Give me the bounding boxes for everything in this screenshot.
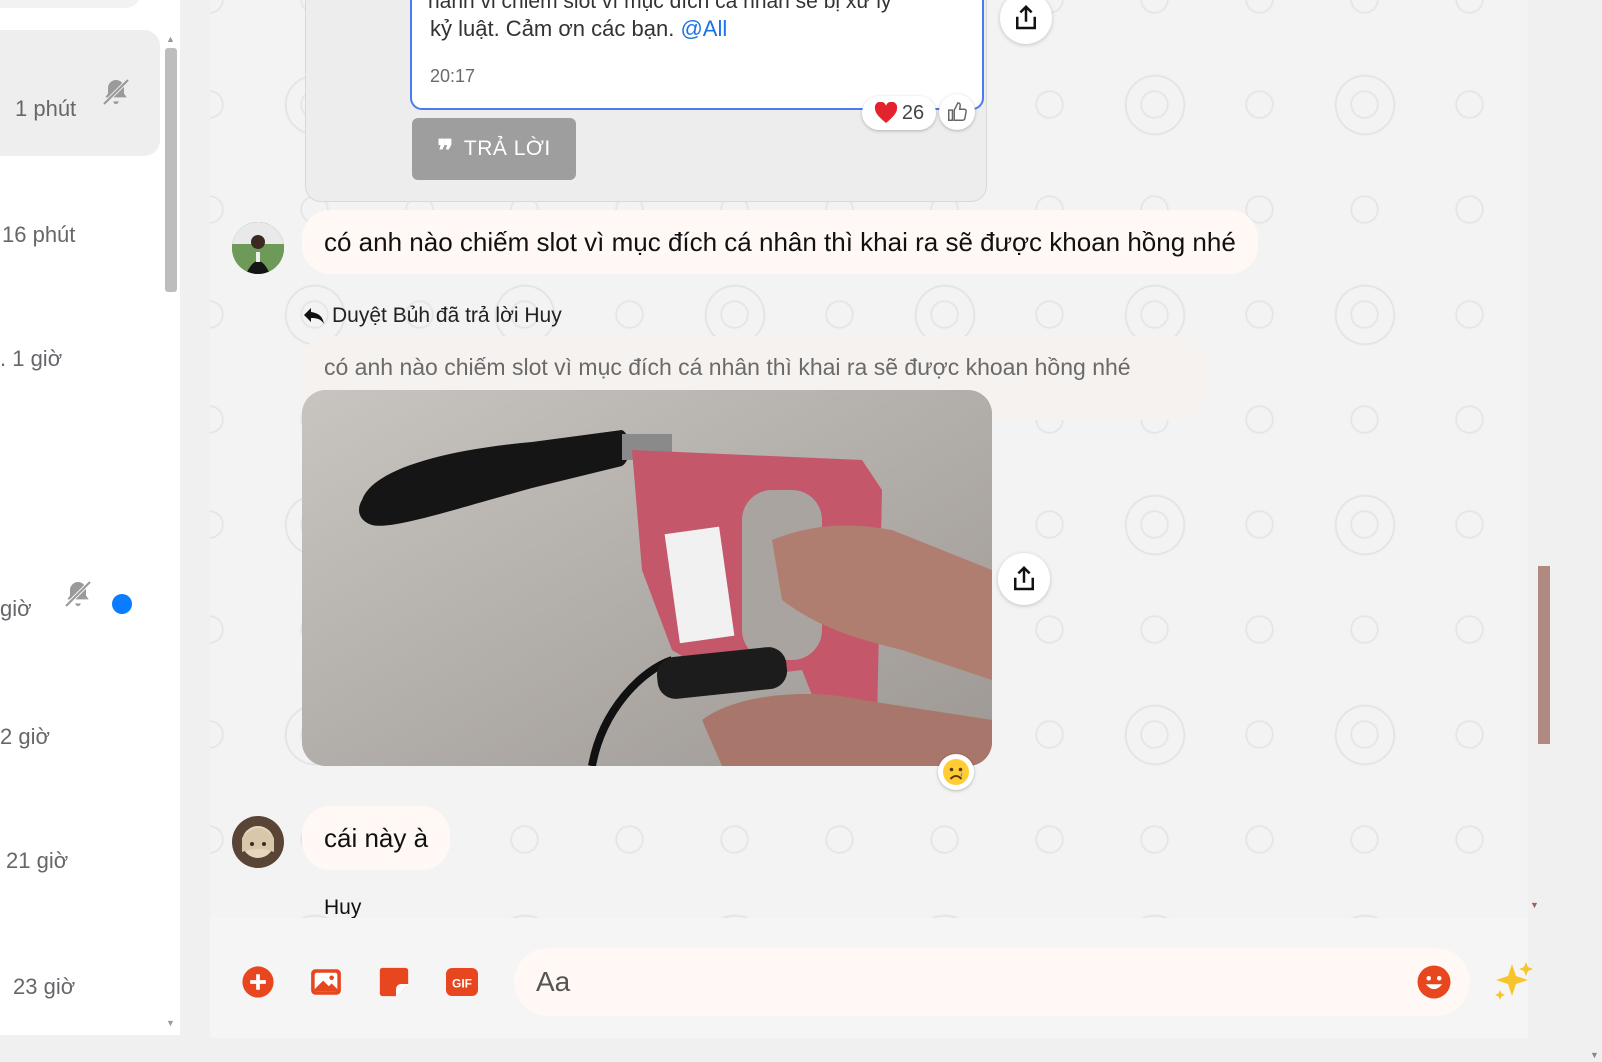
sticker-icon	[379, 967, 409, 997]
conversation-time: giờ	[0, 596, 32, 621]
photo-image	[302, 390, 992, 766]
conversation-item[interactable]: 1 phút	[0, 30, 160, 156]
message-bubble[interactable]: cái này à	[302, 806, 451, 870]
conversation-item[interactable]: . 1 giờ	[0, 282, 160, 408]
message-text: có anh nào chiếm slot vì mục đích cá nhâ…	[324, 226, 1236, 257]
conversation-item[interactable]: giờ	[0, 532, 160, 658]
reply-button-label: TRẢ LỜI	[463, 137, 551, 160]
quoted-message-text: có anh nào chiếm slot vì mục đích cá nhâ…	[324, 354, 1131, 380]
conversation-item[interactable]: 16 phút	[0, 156, 160, 282]
emoji-icon[interactable]	[1416, 964, 1452, 1000]
mention-all[interactable]: @All	[680, 16, 727, 41]
announcement-cut-line: hành vi chiếm slot vì mục đích cá nhân s…	[428, 0, 892, 13]
reaction-sad[interactable]	[938, 754, 974, 790]
reply-arrow-icon	[304, 308, 324, 324]
gif-icon: GIF	[446, 968, 478, 996]
reply-context-text: Duyệt Bủh đã trả lời Huy	[332, 304, 562, 327]
conversation-list: 1 phút 16 phút . 1 giờ giờ 2 giờ 21 giờ …	[0, 0, 180, 1035]
quote-icon: ❞	[437, 134, 454, 169]
conversation-item[interactable]: 2 giờ	[0, 660, 160, 786]
conversation-time: 1 phút	[15, 96, 77, 121]
message-timestamp: 20:17	[430, 66, 476, 86]
share-icon	[1016, 4, 1036, 30]
image-icon	[311, 969, 341, 995]
sticker-button[interactable]	[376, 964, 412, 1000]
conversation-time: 21 giờ	[6, 848, 69, 873]
conversation-time: 2 giờ	[0, 724, 50, 749]
announcement-text: kỷ luật. Cảm ơn các bạn. @All	[430, 16, 727, 42]
message-input[interactable]	[514, 948, 1470, 1016]
reply-context: Duyệt Bủh đã trả lời Huy	[302, 304, 562, 328]
heart-icon	[874, 102, 897, 123]
unread-dot	[112, 594, 132, 614]
scroll-up-arrow-icon[interactable]: ▲	[166, 34, 175, 44]
message-input-placeholder: Aa	[536, 966, 571, 997]
avatar-image	[232, 816, 284, 868]
sparkle-icon[interactable]	[1490, 958, 1536, 1004]
chat-scrollbar-thumb[interactable]	[1538, 566, 1550, 744]
gif-button[interactable]: GIF	[444, 964, 480, 1000]
message-text: cái này à	[324, 822, 429, 853]
conversation-time: 23 giờ	[13, 974, 76, 999]
sad-face-icon	[943, 759, 969, 785]
like-button[interactable]	[939, 94, 975, 130]
reaction-summary[interactable]: 26	[862, 96, 936, 130]
bell-muted-icon	[102, 78, 130, 106]
sidebar-scrollbar-thumb[interactable]	[165, 48, 177, 292]
conversation-item[interactable]: 21 giờ	[0, 786, 160, 912]
plus-circle-icon	[242, 966, 274, 998]
reply-button[interactable]: ❞ TRẢ LỜI	[412, 118, 576, 180]
conversation-item[interactable]: 23 giờ	[0, 912, 160, 1035]
add-button[interactable]	[240, 964, 276, 1000]
photo-button[interactable]	[308, 964, 344, 1000]
share-button[interactable]	[998, 553, 1050, 605]
avatar[interactable]	[232, 816, 284, 868]
scroll-down-arrow-icon[interactable]: ▼	[1530, 900, 1539, 910]
conversation-time: . 1 giờ	[0, 346, 63, 371]
page-footer-strip	[0, 1038, 1602, 1062]
avatar[interactable]	[232, 222, 284, 274]
scroll-down-arrow-icon[interactable]: ▼	[1590, 1050, 1599, 1060]
sender-name: Huy	[324, 896, 362, 919]
announcement-body: kỷ luật. Cảm ơn các bạn.	[430, 16, 675, 41]
conversation-item-partial[interactable]	[0, 0, 140, 8]
message-photo[interactable]	[302, 390, 992, 766]
conversation-time: 16 phút	[2, 222, 76, 247]
gif-icon-label: GIF	[452, 977, 472, 991]
avatar-image	[232, 222, 284, 274]
scroll-down-arrow-icon[interactable]: ▼	[166, 1018, 175, 1028]
bell-muted-icon	[64, 580, 92, 608]
message-bubble[interactable]: có anh nào chiếm slot vì mục đích cá nhâ…	[302, 210, 1258, 274]
reaction-count: 26	[901, 101, 925, 124]
share-icon	[1014, 565, 1034, 591]
thumbs-up-icon	[948, 102, 967, 121]
